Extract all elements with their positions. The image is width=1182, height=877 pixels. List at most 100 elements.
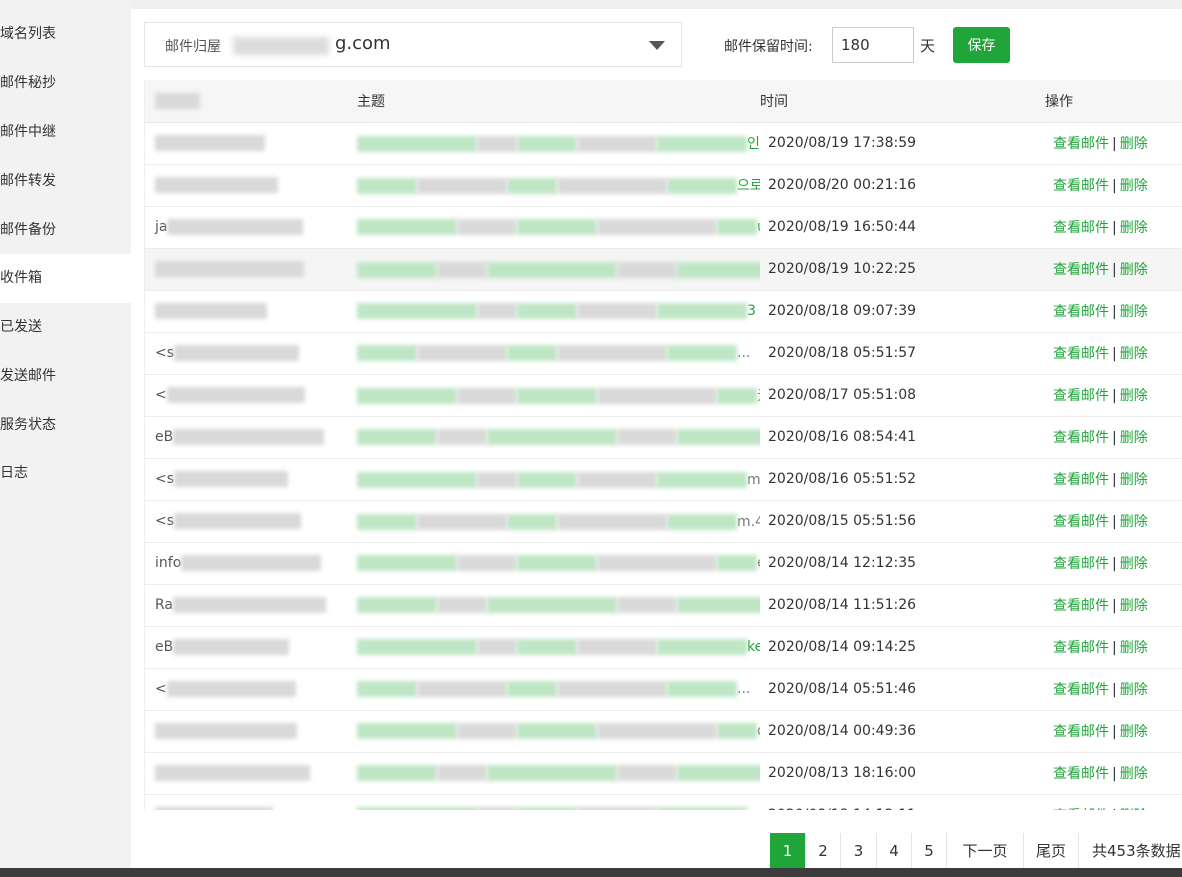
page-4-button[interactable]: 4 (877, 833, 912, 869)
subject-cell[interactable]: ked... (345, 626, 760, 668)
delete-mail-link[interactable]: 删除 (1120, 724, 1148, 740)
view-mail-link[interactable]: 查看邮件 (1053, 598, 1109, 614)
delete-mail-link[interactable]: 删除 (1120, 808, 1148, 810)
view-mail-link[interactable]: 查看邮件 (1053, 262, 1109, 278)
mailbox-select[interactable]: 邮件归屋 g.com (144, 22, 682, 67)
delete-mail-link[interactable]: 删除 (1120, 640, 1148, 656)
subject-text: ked... (747, 639, 760, 655)
delete-mail-link[interactable]: 删除 (1120, 682, 1148, 698)
time-cell: 2020/08/13 18:16:00 (768, 765, 917, 781)
subject-cell[interactable]: S... (345, 584, 760, 626)
redacted-block (507, 514, 557, 530)
delete-mail-link[interactable]: 删除 (1120, 598, 1148, 614)
delete-mail-link[interactable]: 删除 (1120, 766, 1148, 782)
subject-cell[interactable]: i B8 ... r 4... (345, 416, 760, 458)
view-mail-link[interactable]: 查看邮件 (1053, 430, 1109, 446)
subject-cell[interactable]: 3 (345, 290, 760, 332)
sidebar-item-label: 已发送 (0, 319, 42, 335)
subject-cell[interactable]: uld you pl... (345, 206, 760, 248)
page-2-button[interactable]: 2 (806, 833, 841, 869)
sidebar-item-domain-list[interactable]: 域名列表 (0, 10, 131, 59)
last-page-button[interactable]: 尾页 (1024, 833, 1079, 869)
subject-cell[interactable]: 인으로 너한테 ... (345, 122, 760, 164)
separator: | (1112, 262, 1117, 278)
sender-text: <s (155, 513, 175, 529)
redacted-block (657, 472, 747, 488)
chevron-down-icon[interactable] (649, 41, 665, 50)
sender-cell (145, 794, 345, 810)
view-mail-link[interactable]: 查看邮件 (1053, 682, 1109, 698)
view-mail-link[interactable]: 查看邮件 (1053, 766, 1109, 782)
delete-mail-link[interactable]: 删除 (1120, 556, 1148, 572)
view-mail-link[interactable]: 查看邮件 (1053, 346, 1109, 362)
sender-cell (145, 164, 345, 206)
redacted-block (174, 471, 289, 487)
page-5-button[interactable]: 5 (912, 833, 947, 869)
delete-mail-link[interactable]: 删除 (1120, 514, 1148, 530)
sidebar-item-label: 邮件备份 (0, 222, 56, 238)
redacted-block (597, 388, 717, 404)
actions-cell: 查看邮件|删除 (1045, 458, 1182, 500)
page-3-button[interactable]: 3 (841, 833, 877, 869)
subject-cell[interactable]: ... (345, 668, 760, 710)
actions-cell: 查看邮件|删除 (1045, 248, 1182, 290)
sidebar-item-mail-forward[interactable]: 邮件转发 (0, 157, 131, 206)
delete-mail-link[interactable]: 删除 (1120, 262, 1148, 278)
subject-cell[interactable]: om (345, 710, 760, 752)
redacted-block (174, 345, 300, 361)
subject-cell[interactable]: ... (345, 332, 760, 374)
sender-cell: Ra (145, 584, 345, 626)
delete-mail-link[interactable]: 删除 (1120, 388, 1148, 404)
sidebar-item-mail-relay[interactable]: 邮件中继 (0, 108, 131, 157)
subject-cell[interactable]: 蔷感谢您... (345, 248, 760, 290)
sidebar-item-mail-backup[interactable]: 邮件备份 (0, 206, 131, 255)
view-mail-link[interactable]: 查看邮件 (1053, 178, 1109, 194)
redacted-block (557, 345, 667, 361)
redacted-block (457, 723, 517, 739)
separator: | (1112, 136, 1117, 152)
sidebar-item-inbox[interactable]: 收件箱 (0, 254, 131, 303)
sidebar-item-mail-bcc[interactable]: 邮件秘抄 (0, 59, 131, 108)
subject-cell[interactable] (345, 794, 760, 810)
view-mail-link[interactable]: 查看邮件 (1053, 724, 1109, 740)
save-button[interactable]: 保存 (953, 27, 1010, 63)
subject-cell[interactable]: 元... (345, 374, 760, 416)
subject-cell[interactable]: m.4 ... 蹈 (345, 458, 760, 500)
sidebar-item-sent[interactable]: 已发送 (0, 303, 131, 352)
view-mail-link[interactable]: 查看邮件 (1053, 514, 1109, 530)
next-page-button[interactable]: 下一页 (947, 833, 1024, 869)
sender-text: <s (155, 345, 175, 361)
redacted-block (657, 303, 747, 319)
sidebar-item-service-status[interactable]: 服务状态 (0, 401, 131, 450)
view-mail-link[interactable]: 查看邮件 (1053, 220, 1109, 236)
subject-cell[interactable]: 으로 너한테 ... (345, 164, 760, 206)
view-mail-link[interactable]: 查看邮件 (1053, 472, 1109, 488)
sidebar-item-send-mail[interactable]: 发送邮件 (0, 352, 131, 401)
subject-text: om (757, 723, 760, 739)
delete-mail-link[interactable]: 删除 (1120, 178, 1148, 194)
subject-cell[interactable]: 53.com.. (345, 752, 760, 794)
subject-cell[interactable]: eligi ... h... (345, 542, 760, 584)
table-row: 蔷感谢您... 2020/08/19 10:22:25 查看邮件|删除 (145, 248, 1182, 290)
view-mail-link[interactable]: 查看邮件 (1053, 808, 1109, 810)
delete-mail-link[interactable]: 删除 (1120, 220, 1148, 236)
view-mail-link[interactable]: 查看邮件 (1053, 136, 1109, 152)
delete-mail-link[interactable]: 删除 (1120, 304, 1148, 320)
delete-mail-link[interactable]: 删除 (1120, 430, 1148, 446)
retain-days-input[interactable] (832, 27, 914, 63)
redacted-block (357, 472, 477, 488)
view-mail-link[interactable]: 查看邮件 (1053, 640, 1109, 656)
sidebar-item-log[interactable]: 日志 (0, 449, 131, 498)
delete-mail-link[interactable]: 删除 (1120, 136, 1148, 152)
subject-cell[interactable]: m.4 ... 子 (345, 500, 760, 542)
view-mail-link[interactable]: 查看邮件 (1053, 304, 1109, 320)
page-1-button[interactable]: 1 (770, 833, 806, 869)
subject-text: 3 (747, 303, 756, 319)
time-cell: 2020/08/19 17:38:59 (768, 135, 917, 151)
sidebar-item-label: 收件箱 (0, 270, 42, 286)
delete-mail-link[interactable]: 删除 (1120, 346, 1148, 362)
view-mail-link[interactable]: 查看邮件 (1053, 388, 1109, 404)
redacted-block (717, 388, 757, 404)
delete-mail-link[interactable]: 删除 (1120, 472, 1148, 488)
view-mail-link[interactable]: 查看邮件 (1053, 556, 1109, 572)
